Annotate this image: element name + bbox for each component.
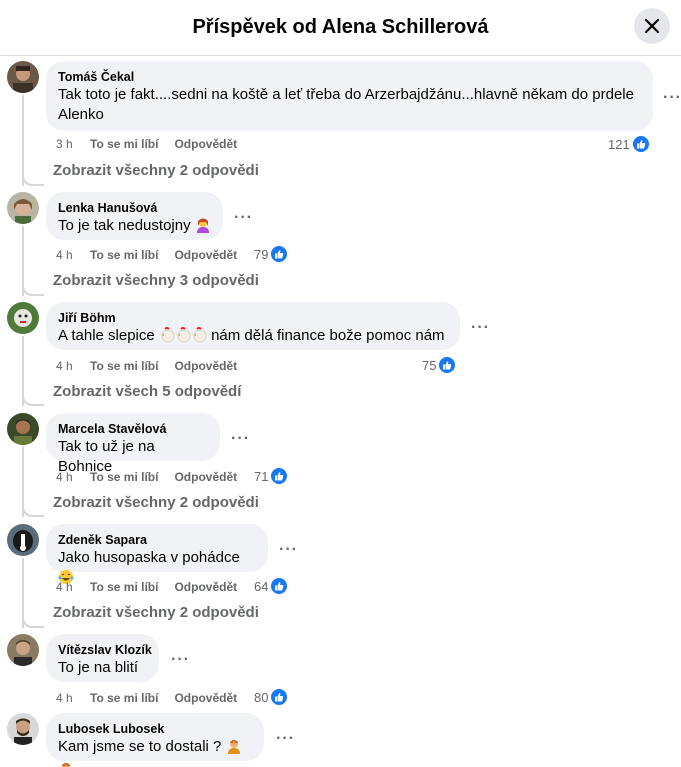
page-title: Příspěvek od Alena Schillerová bbox=[192, 16, 489, 38]
avatar[interactable] bbox=[7, 634, 39, 666]
comment-bubble: Tomáš Čekal Tak toto je fakt....sedni na… bbox=[46, 61, 653, 131]
comment-text-continued: Alenko bbox=[58, 106, 104, 123]
comment-author[interactable]: Zdeněk Sapara bbox=[58, 532, 256, 548]
reaction-count[interactable]: 75 bbox=[422, 356, 457, 374]
likes-count: 80 bbox=[254, 689, 269, 705]
comment-author[interactable]: Lubosek Lubosek bbox=[58, 721, 252, 737]
like-icon bbox=[631, 135, 650, 153]
comment-text: To je na blití bbox=[58, 659, 139, 676]
comment-bubble: Marcela Stavělová Tak to už je na Bohnic… bbox=[46, 413, 220, 475]
reply-button[interactable]: Odpovědět bbox=[174, 579, 237, 595]
more-options-button[interactable]: ··· bbox=[276, 731, 295, 747]
like-button[interactable]: To se mi líbí bbox=[90, 690, 158, 706]
chicken-emoji-icon bbox=[191, 327, 207, 349]
view-replies-link[interactable]: Zobrazit všechny 2 odpovědi bbox=[53, 493, 259, 513]
comment-author[interactable]: Marcela Stavělová bbox=[58, 421, 208, 437]
reaction-count[interactable]: 79 bbox=[254, 245, 289, 263]
avatar[interactable] bbox=[7, 192, 39, 224]
like-button[interactable]: To se mi líbí bbox=[90, 136, 158, 152]
reply-button[interactable]: Odpovědět bbox=[174, 247, 237, 263]
likes-count: 75 bbox=[422, 357, 437, 373]
comment-text: A tahle slepice nám dělá finance bože po… bbox=[58, 326, 448, 349]
reaction-count[interactable]: 121 bbox=[608, 135, 650, 153]
comment-bubble: Zdeněk Sapara Jako husopaska v pohádce bbox=[46, 524, 268, 584]
like-icon bbox=[438, 356, 457, 374]
comment-author[interactable]: Jiří Böhm bbox=[58, 310, 448, 326]
like-icon bbox=[270, 688, 289, 706]
comment-text: To je tak nedustojny bbox=[58, 216, 211, 239]
avatar[interactable] bbox=[7, 302, 39, 334]
comment-time[interactable]: 4 h bbox=[56, 579, 90, 595]
comment-text: Kam jsme se to dostali ? bbox=[58, 737, 252, 767]
view-replies-link[interactable]: Zobrazit všechny 2 odpovědi bbox=[53, 161, 259, 181]
dialog-header: Příspěvek od Alena Schillerová bbox=[0, 0, 681, 56]
person-facepalming-emoji-icon bbox=[226, 738, 242, 760]
view-replies-link[interactable]: Zobrazit všech 5 odpovědí bbox=[53, 382, 241, 402]
like-button[interactable]: To se mi líbí bbox=[90, 469, 158, 485]
chicken-emoji-icon bbox=[175, 327, 191, 349]
comment-time[interactable]: 3 h bbox=[56, 136, 90, 152]
avatar[interactable] bbox=[7, 524, 39, 556]
close-icon bbox=[644, 18, 660, 34]
close-button[interactable] bbox=[634, 8, 670, 44]
likes-count: 64 bbox=[254, 578, 269, 594]
more-options-button[interactable]: ··· bbox=[471, 320, 490, 336]
reaction-count[interactable]: 80 bbox=[254, 688, 289, 706]
chicken-emoji-icon bbox=[159, 327, 175, 349]
comment-bubble: Lenka Hanušová To je tak nedustojny bbox=[46, 192, 223, 240]
more-options-button[interactable]: ··· bbox=[234, 210, 253, 226]
more-options-button[interactable]: ··· bbox=[279, 542, 298, 558]
like-icon bbox=[270, 467, 289, 485]
comment-author[interactable]: Lenka Hanušová bbox=[58, 200, 211, 216]
woman-shrugging-emoji-icon bbox=[195, 217, 211, 239]
comment-time[interactable]: 4 h bbox=[56, 690, 90, 706]
like-button[interactable]: To se mi líbí bbox=[90, 247, 158, 263]
reply-button[interactable]: Odpovědět bbox=[174, 358, 237, 374]
avatar[interactable] bbox=[7, 413, 39, 445]
reaction-count[interactable]: 64 bbox=[254, 577, 289, 595]
comment-author[interactable]: Tomáš Čekal bbox=[58, 69, 641, 85]
more-options-button[interactable]: ··· bbox=[663, 90, 681, 106]
comment-bubble: Lubosek Lubosek Kam jsme se to dostali ? bbox=[46, 713, 264, 767]
like-button[interactable]: To se mi líbí bbox=[90, 579, 158, 595]
view-replies-link[interactable]: Zobrazit všechny 3 odpovědi bbox=[53, 271, 259, 291]
like-icon bbox=[270, 245, 289, 263]
comment-author[interactable]: Vítězslav Klozík bbox=[58, 642, 152, 658]
avatar[interactable] bbox=[7, 713, 39, 745]
likes-count: 79 bbox=[254, 246, 269, 262]
reply-button[interactable]: Odpovědět bbox=[174, 690, 237, 706]
more-options-button[interactable]: ··· bbox=[171, 652, 190, 668]
view-replies-link[interactable]: Zobrazit všechny 2 odpovědi bbox=[53, 603, 259, 623]
comment-text: Tak toto je fakt....sedni na koště a leť… bbox=[58, 86, 634, 103]
comment-bubble: Jiří Böhm A tahle slepice nám dělá finan… bbox=[46, 302, 460, 350]
like-icon bbox=[270, 577, 289, 595]
comment-time[interactable]: 4 h bbox=[56, 358, 90, 374]
avatar[interactable] bbox=[7, 61, 39, 93]
reply-button[interactable]: Odpovědět bbox=[174, 136, 237, 152]
comment-time[interactable]: 4 h bbox=[56, 469, 90, 485]
likes-count: 121 bbox=[608, 136, 630, 152]
likes-count: 71 bbox=[254, 468, 269, 484]
person-facepalming-emoji-icon bbox=[58, 761, 74, 767]
reaction-count[interactable]: 71 bbox=[254, 467, 289, 485]
comment-bubble: Vítězslav Klozík To je na blití bbox=[46, 634, 159, 682]
like-button[interactable]: To se mi líbí bbox=[90, 358, 158, 374]
more-options-button[interactable]: ··· bbox=[231, 431, 250, 447]
comment-time[interactable]: 4 h bbox=[56, 247, 90, 263]
reply-button[interactable]: Odpovědět bbox=[174, 469, 237, 485]
